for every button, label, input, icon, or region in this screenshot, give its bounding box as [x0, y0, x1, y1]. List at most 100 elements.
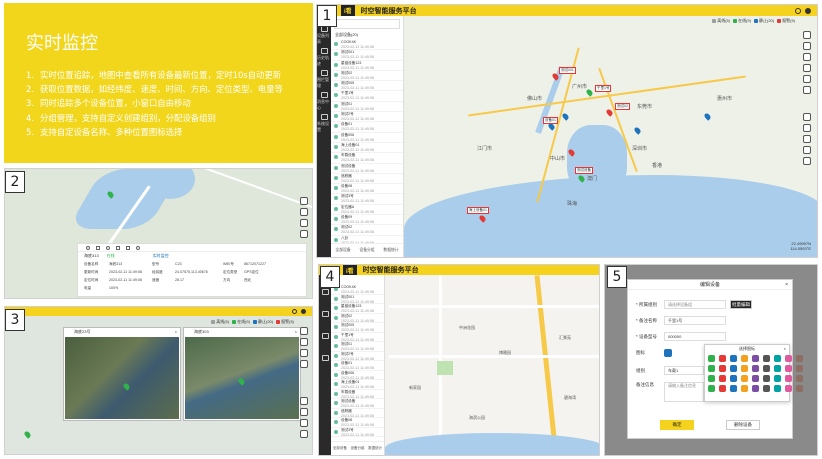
vehicle-icon-option[interactable] — [741, 355, 748, 362]
vehicle-icon-option[interactable] — [719, 365, 726, 372]
zoom-out-icon[interactable] — [300, 419, 308, 427]
tab-device-groups[interactable]: 设备分组 — [350, 446, 364, 451]
list-item[interactable]: 测试02 2023-02-11 11:49:08 — [331, 225, 403, 236]
current-icon[interactable] — [664, 349, 672, 357]
vehicle-icon-option[interactable] — [774, 365, 781, 372]
edit-icon[interactable] — [300, 197, 308, 205]
vehicle-icon-option[interactable] — [785, 375, 792, 382]
vehicle-icon-option[interactable] — [719, 355, 726, 362]
list-item[interactable]: 追踪器 2023-02-11 11:49:08 — [331, 174, 403, 185]
zoom-in-icon[interactable] — [803, 135, 811, 143]
vehicle-icon-option[interactable] — [708, 375, 715, 382]
vehicle-icon-option[interactable] — [796, 375, 803, 382]
edit-icon[interactable] — [300, 397, 308, 405]
vehicle-icon-option[interactable] — [796, 385, 803, 392]
zoom-out-icon[interactable] — [300, 230, 308, 238]
list-item[interactable]: 海上设备01 2023-02-11 11:49:08 — [331, 143, 403, 154]
close-icon[interactable]: × — [175, 328, 177, 336]
satellite-icon[interactable] — [803, 42, 811, 50]
tab-device-groups[interactable]: 设备分组 — [359, 248, 374, 253]
vehicle-icon-option[interactable] — [796, 355, 803, 362]
vehicle-icon-option[interactable] — [708, 365, 715, 372]
compass-icon[interactable] — [300, 430, 308, 438]
device-marker[interactable] — [561, 112, 570, 121]
device-marker[interactable] — [585, 88, 594, 97]
locate-icon[interactable] — [300, 360, 308, 368]
vehicle-icon-option[interactable] — [730, 375, 737, 382]
vehicle-icon-option[interactable] — [752, 365, 759, 372]
traffic-icon[interactable] — [803, 53, 811, 61]
sidebar-item-history[interactable]: 历史轨迹 — [317, 46, 331, 68]
vehicle-icon-option[interactable] — [763, 355, 770, 362]
list-item[interactable]: 定位器A 2023-02-11 11:49:08 — [331, 205, 403, 216]
sidebar-item-settings[interactable]: 系统设置 — [317, 112, 331, 134]
close-icon[interactable]: × — [784, 345, 786, 353]
group-field[interactable]: 车载1 — [664, 366, 704, 375]
vehicle-icon-option[interactable] — [785, 355, 792, 362]
tab-realtime[interactable]: 实时监控 — [153, 253, 169, 259]
list-item[interactable]: 设备08 2023-02-11 11:49:08 — [331, 418, 384, 428]
vehicle-icon-option[interactable] — [763, 385, 770, 392]
list-item[interactable]: 海上设备01 2023-02-11 11:49:08 — [331, 380, 384, 390]
layers-icon[interactable] — [300, 327, 308, 335]
share-icon[interactable] — [116, 245, 120, 250]
user-icon[interactable] — [301, 309, 306, 314]
vehicle-icon-option[interactable] — [719, 375, 726, 382]
list-item[interactable]: 测试2号 2023-02-11 11:49:08 — [331, 112, 403, 123]
ruler-icon[interactable] — [803, 64, 811, 72]
note-textarea[interactable]: 请输入备注信息 — [664, 382, 704, 402]
list-item[interactable]: 千里1号 2023-02-11 11:49:08 — [331, 333, 384, 342]
fullscreen-icon[interactable] — [803, 86, 811, 94]
locate-icon[interactable] — [803, 124, 811, 132]
list-item[interactable]: 测试2号 2023-02-11 11:49:08 — [331, 352, 384, 361]
list-item[interactable]: 星链设备123 2023-02-11 11:49:08 — [331, 61, 403, 71]
tab-statistics[interactable]: 数据统计 — [368, 446, 382, 451]
list-item[interactable]: 测试02 2023-02-11 11:49:08 — [331, 314, 384, 323]
device-marker[interactable] — [633, 126, 642, 135]
user-icon[interactable] — [805, 7, 811, 14]
tracking-window[interactable]: 海底303 × — [183, 327, 301, 421]
sidebar-item-messages[interactable] — [319, 347, 331, 369]
zoom-in-icon[interactable] — [300, 219, 308, 227]
sidebar-item-devices[interactable]: 设备列表 — [317, 24, 331, 46]
compass-icon[interactable] — [803, 157, 811, 165]
sidebar-item-history[interactable] — [319, 303, 331, 325]
vehicle-icon-option[interactable] — [730, 355, 737, 362]
list-item[interactable]: 设备01 2023-02-11 11:49:08 — [331, 361, 384, 371]
vehicle-icon-option[interactable] — [741, 365, 748, 372]
vehicle-icon-option[interactable] — [785, 385, 792, 392]
list-item[interactable]: 追踪器 2023-02-11 11:49:08 — [331, 409, 384, 418]
device-search-input[interactable] — [334, 19, 400, 29]
model-field[interactable]: 000000 — [664, 332, 726, 341]
group-select[interactable]: 请选择设备组 — [664, 300, 726, 309]
list-item[interactable]: 测试001 2023-02-11 11:49:08 — [331, 295, 384, 304]
vehicle-icon-option[interactable] — [752, 375, 759, 382]
tab-statistics[interactable]: 数据统计 — [383, 248, 398, 253]
sidebar-item-messages[interactable]: 消息中心 — [317, 90, 331, 112]
vehicle-icon-option[interactable] — [774, 375, 781, 382]
vehicle-icon-option[interactable] — [708, 385, 715, 392]
sidebar-item-fence[interactable] — [319, 325, 331, 347]
fence-icon[interactable] — [803, 75, 811, 83]
list-item[interactable]: 星链设备123 2023-02-11 11:49:08 — [331, 304, 384, 314]
list-item[interactable]: 测试01 2023-02-11 11:49:08 — [331, 342, 384, 352]
satellite-icon[interactable] — [300, 338, 308, 346]
batch-edit-button[interactable]: 批量编辑 — [730, 300, 752, 309]
list-item[interactable]: 设备08 2023-02-11 11:49:08 — [331, 184, 403, 195]
zoom-out-icon[interactable] — [803, 146, 811, 154]
list-item[interactable]: 测试3号 2023-02-11 11:49:08 — [331, 428, 384, 437]
delete-device-button[interactable]: 删除设备 — [726, 420, 760, 430]
list-item[interactable]: 测试设备 2023-02-11 11:49:08 — [331, 399, 384, 409]
tab-all-devices[interactable]: 全部设备 — [333, 446, 347, 451]
fence-icon[interactable] — [300, 349, 308, 357]
fence-icon[interactable] — [96, 245, 100, 250]
close-icon[interactable]: × — [785, 280, 788, 290]
list-item[interactable]: 车载设备 2023-02-11 11:49:08 — [331, 390, 384, 399]
vehicle-icon-option[interactable] — [752, 385, 759, 392]
list-item[interactable]: 设备09 2023-02-11 11:49:08 — [331, 215, 403, 226]
list-item[interactable]: 测试01 2023-02-11 11:49:08 — [331, 102, 403, 113]
vehicle-icon-option[interactable] — [785, 365, 792, 372]
list-item[interactable]: 设备01 2023-02-11 11:49:08 — [331, 122, 403, 133]
command-icon[interactable] — [106, 245, 110, 250]
list-item[interactable]: 测试3号 2023-02-11 11:49:08 — [331, 194, 403, 205]
